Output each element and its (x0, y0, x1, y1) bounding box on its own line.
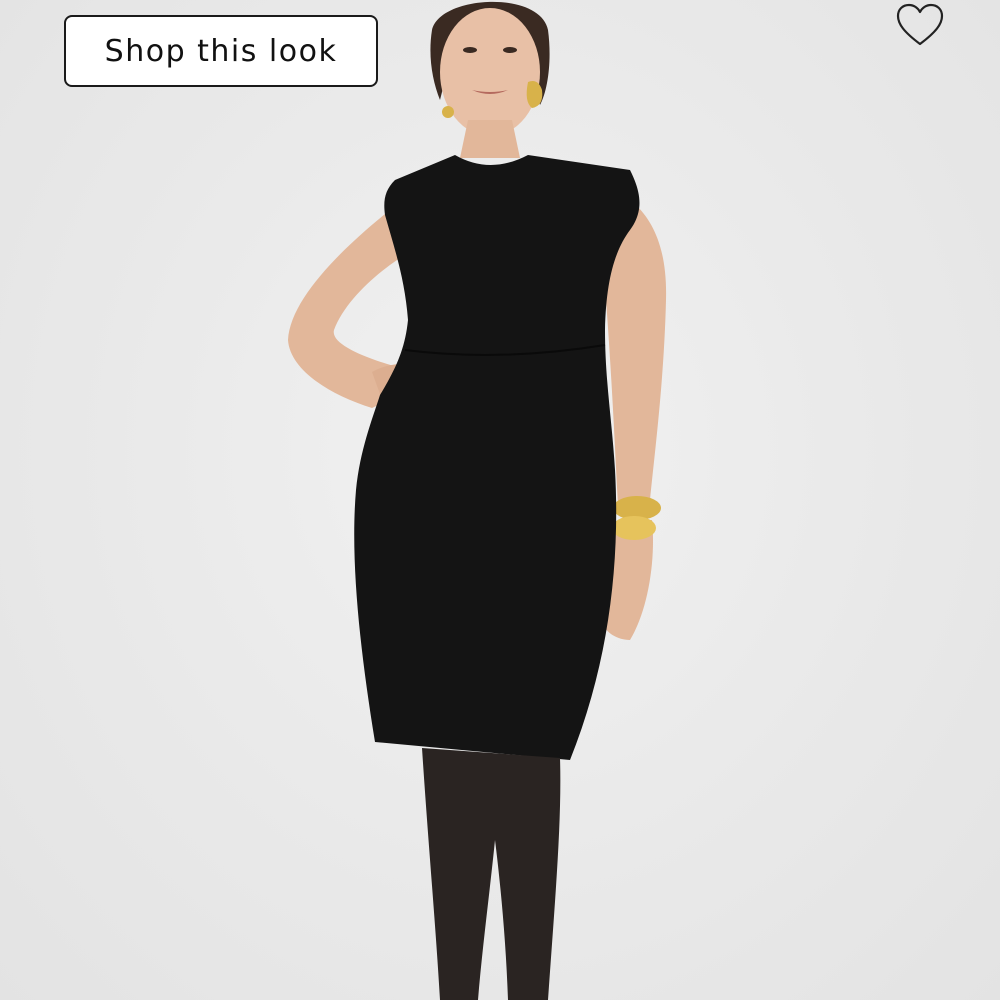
earring-left-icon (442, 106, 454, 118)
model-neck (460, 120, 520, 158)
heart-outline-icon[interactable] (894, 2, 946, 50)
model-face (440, 8, 540, 136)
model-dress (354, 155, 640, 760)
shop-this-look-button[interactable]: Shop this look (64, 15, 378, 87)
model-photo (288, 1, 667, 1000)
model-legs (422, 748, 561, 1000)
